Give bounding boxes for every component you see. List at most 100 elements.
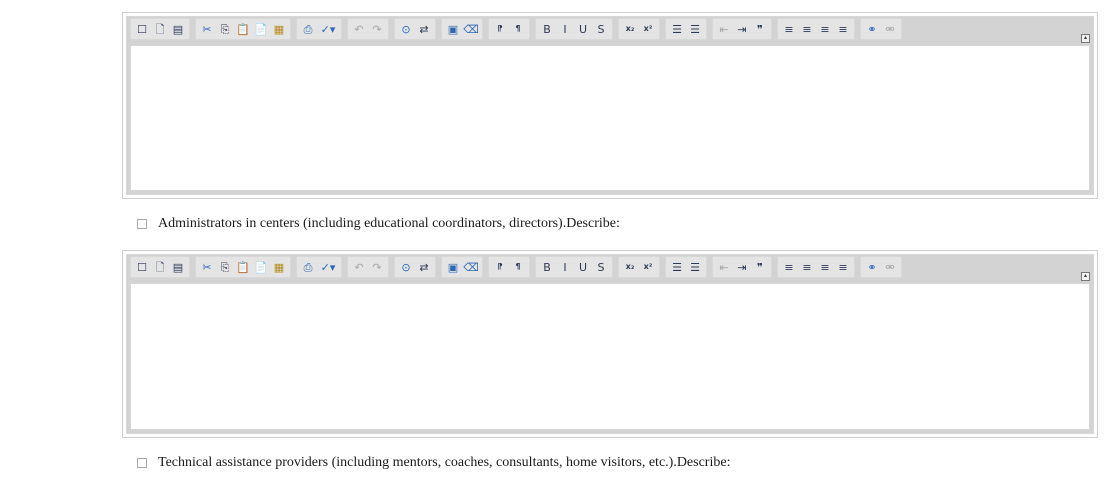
superscript-icon[interactable]: x² xyxy=(639,258,657,276)
checkbox-row-administrators[interactable]: Administrators in centers (including edu… xyxy=(137,216,620,232)
cut-icon[interactable]: ✂ xyxy=(198,20,216,38)
toolbar-group: ⊙ ⇄ xyxy=(394,256,436,278)
find-icon[interactable]: ⊙ xyxy=(397,20,415,38)
preview-icon[interactable]: 🗋 xyxy=(151,258,169,276)
align-center-icon[interactable]: ≡ xyxy=(798,20,816,38)
checkbox-row-technical-assistance[interactable]: Technical assistance providers (includin… xyxy=(137,455,730,471)
toolbar-group: ⁋ ¶ xyxy=(488,256,530,278)
toolbar-group: x₂ x² xyxy=(618,256,660,278)
numbered-list-icon[interactable]: ☰ xyxy=(668,20,686,38)
undo-icon[interactable]: ↶ xyxy=(350,20,368,38)
bulleted-list-icon[interactable]: ☰ xyxy=(686,20,704,38)
new-page-icon[interactable]: ☐ xyxy=(133,20,151,38)
checkbox-label-administrators: Administrators in centers (including edu… xyxy=(158,216,620,231)
remove-format-icon[interactable]: ⌫ xyxy=(462,258,480,276)
templates-icon[interactable]: ▤ xyxy=(169,20,187,38)
rtl-icon[interactable]: ¶ xyxy=(509,258,527,276)
cut-icon[interactable]: ✂ xyxy=(198,258,216,276)
editor-content-area[interactable] xyxy=(130,283,1090,430)
new-page-icon[interactable]: ☐ xyxy=(133,258,151,276)
editor-frame: ☐ 🗋 ▤ ✂ ⎘ 📋 📄 ▦ ⎙ ✓▾ ↶ ↷ ⊙ ⇄ ▣ ⌫ ⁋ ¶ B I U Sx₂ x² ☰ ☰ ⇤ ⇥ ❞ ≡ ≡ ≡ ≡ ⚭ ⚮ ▴ xyxy=(126,254,1094,434)
collapse-toolbar-button[interactable]: ▴ xyxy=(1081,34,1090,43)
print-icon[interactable]: ⎙ xyxy=(299,258,317,276)
toolbar-group: ☐ 🗋 ▤ xyxy=(130,256,190,278)
paste-text-icon[interactable]: 📄 xyxy=(252,20,270,38)
checkbox-technical-assistance[interactable] xyxy=(137,458,147,468)
find-icon[interactable]: ⊙ xyxy=(397,258,415,276)
editor-frame: ☐ 🗋 ▤ ✂ ⎘ 📋 📄 ▦ ⎙ ✓▾ ↶ ↷ ⊙ ⇄ ▣ ⌫ ⁋ ¶ B I U Sx₂ x² ☰ ☰ ⇤ ⇥ ❞ ≡ ≡ ≡ ≡ ⚭ ⚮ ▴ xyxy=(126,16,1094,195)
bulleted-list-icon[interactable]: ☰ xyxy=(686,258,704,276)
copy-icon[interactable]: ⎘ xyxy=(216,258,234,276)
collapse-toolbar-button[interactable]: ▴ xyxy=(1081,272,1090,281)
replace-icon[interactable]: ⇄ xyxy=(415,20,433,38)
align-left-icon[interactable]: ≡ xyxy=(780,258,798,276)
editor-toolbar: ☐ 🗋 ▤ ✂ ⎘ 📋 📄 ▦ ⎙ ✓▾ ↶ ↷ ⊙ ⇄ ▣ ⌫ ⁋ ¶ B I U Sx₂ x² ☰ ☰ ⇤ ⇥ ❞ ≡ ≡ ≡ ≡ ⚭ ⚮ xyxy=(127,17,1093,41)
justify-icon[interactable]: ≡ xyxy=(834,258,852,276)
rtl-icon[interactable]: ¶ xyxy=(509,20,527,38)
select-all-icon[interactable]: ▣ xyxy=(444,20,462,38)
numbered-list-icon[interactable]: ☰ xyxy=(668,258,686,276)
align-right-icon[interactable]: ≡ xyxy=(816,258,834,276)
bold-icon[interactable]: B xyxy=(538,258,556,276)
ltr-icon[interactable]: ⁋ xyxy=(491,20,509,38)
toolbar-group: ⁋ ¶ xyxy=(488,18,530,40)
blockquote-icon[interactable]: ❞ xyxy=(751,258,769,276)
spellcheck-icon[interactable]: ✓▾ xyxy=(317,20,339,38)
subscript-icon[interactable]: x₂ xyxy=(621,258,639,276)
justify-icon[interactable]: ≡ xyxy=(834,20,852,38)
strikethrough-icon[interactable]: S xyxy=(592,20,610,38)
copy-icon[interactable]: ⎘ xyxy=(216,20,234,38)
bold-icon[interactable]: B xyxy=(538,20,556,38)
paste-text-icon[interactable]: 📄 xyxy=(252,258,270,276)
checkbox-label-technical-assistance: Technical assistance providers (includin… xyxy=(158,455,731,470)
unlink-icon[interactable]: ⚮ xyxy=(881,20,899,38)
editor-content-area[interactable] xyxy=(130,45,1090,191)
toolbar-group: ⊙ ⇄ xyxy=(394,18,436,40)
align-center-icon[interactable]: ≡ xyxy=(798,258,816,276)
paste-word-icon[interactable]: ▦ xyxy=(270,20,288,38)
preview-icon[interactable]: 🗋 xyxy=(151,20,169,38)
remove-format-icon[interactable]: ⌫ xyxy=(462,20,480,38)
indent-icon[interactable]: ⇥ xyxy=(733,20,751,38)
superscript-icon[interactable]: x² xyxy=(639,20,657,38)
unlink-icon[interactable]: ⚮ xyxy=(881,258,899,276)
indent-icon[interactable]: ⇥ xyxy=(733,258,751,276)
underline-icon[interactable]: U xyxy=(574,258,592,276)
toolbar-group: ≡ ≡ ≡ ≡ xyxy=(777,18,855,40)
toolbar-group: ↶ ↷ xyxy=(347,18,389,40)
undo-icon[interactable]: ↶ xyxy=(350,258,368,276)
templates-icon[interactable]: ▤ xyxy=(169,258,187,276)
toolbar-group: ⇤ ⇥ ❞ xyxy=(712,256,772,278)
strikethrough-icon[interactable]: S xyxy=(592,258,610,276)
toolbar-group: ☰ ☰ xyxy=(665,18,707,40)
ltr-icon[interactable]: ⁋ xyxy=(491,258,509,276)
align-left-icon[interactable]: ≡ xyxy=(780,20,798,38)
rich-text-editor-2: ☐ 🗋 ▤ ✂ ⎘ 📋 📄 ▦ ⎙ ✓▾ ↶ ↷ ⊙ ⇄ ▣ ⌫ ⁋ ¶ B I U Sx₂ x² ☰ ☰ ⇤ ⇥ ❞ ≡ ≡ ≡ ≡ ⚭ ⚮ ▴ xyxy=(122,250,1098,438)
underline-icon[interactable]: U xyxy=(574,20,592,38)
link-icon[interactable]: ⚭ xyxy=(863,258,881,276)
paste-word-icon[interactable]: ▦ xyxy=(270,258,288,276)
select-all-icon[interactable]: ▣ xyxy=(444,258,462,276)
toolbar-group: ⎙ ✓▾ xyxy=(296,256,342,278)
toolbar-group: BIUS xyxy=(535,256,613,278)
align-right-icon[interactable]: ≡ xyxy=(816,20,834,38)
subscript-icon[interactable]: x₂ xyxy=(621,20,639,38)
link-icon[interactable]: ⚭ xyxy=(863,20,881,38)
paste-icon[interactable]: 📋 xyxy=(234,258,252,276)
toolbar-group: x₂ x² xyxy=(618,18,660,40)
rich-text-editor-1: ☐ 🗋 ▤ ✂ ⎘ 📋 📄 ▦ ⎙ ✓▾ ↶ ↷ ⊙ ⇄ ▣ ⌫ ⁋ ¶ B I U Sx₂ x² ☰ ☰ ⇤ ⇥ ❞ ≡ ≡ ≡ ≡ ⚭ ⚮ ▴ xyxy=(122,12,1098,199)
italic-icon[interactable]: I xyxy=(556,20,574,38)
blockquote-icon[interactable]: ❞ xyxy=(751,20,769,38)
paste-icon[interactable]: 📋 xyxy=(234,20,252,38)
editor-toolbar: ☐ 🗋 ▤ ✂ ⎘ 📋 📄 ▦ ⎙ ✓▾ ↶ ↷ ⊙ ⇄ ▣ ⌫ ⁋ ¶ B I U Sx₂ x² ☰ ☰ ⇤ ⇥ ❞ ≡ ≡ ≡ ≡ ⚭ ⚮ xyxy=(127,255,1093,279)
italic-icon[interactable]: I xyxy=(556,258,574,276)
outdent-icon[interactable]: ⇤ xyxy=(715,258,733,276)
redo-icon[interactable]: ↷ xyxy=(368,258,386,276)
redo-icon[interactable]: ↷ xyxy=(368,20,386,38)
toolbar-group: BIUS xyxy=(535,18,613,40)
outdent-icon[interactable]: ⇤ xyxy=(715,20,733,38)
checkbox-administrators[interactable] xyxy=(137,219,147,229)
replace-icon[interactable]: ⇄ xyxy=(415,258,433,276)
spellcheck-icon[interactable]: ✓▾ xyxy=(317,258,339,276)
print-icon[interactable]: ⎙ xyxy=(299,20,317,38)
